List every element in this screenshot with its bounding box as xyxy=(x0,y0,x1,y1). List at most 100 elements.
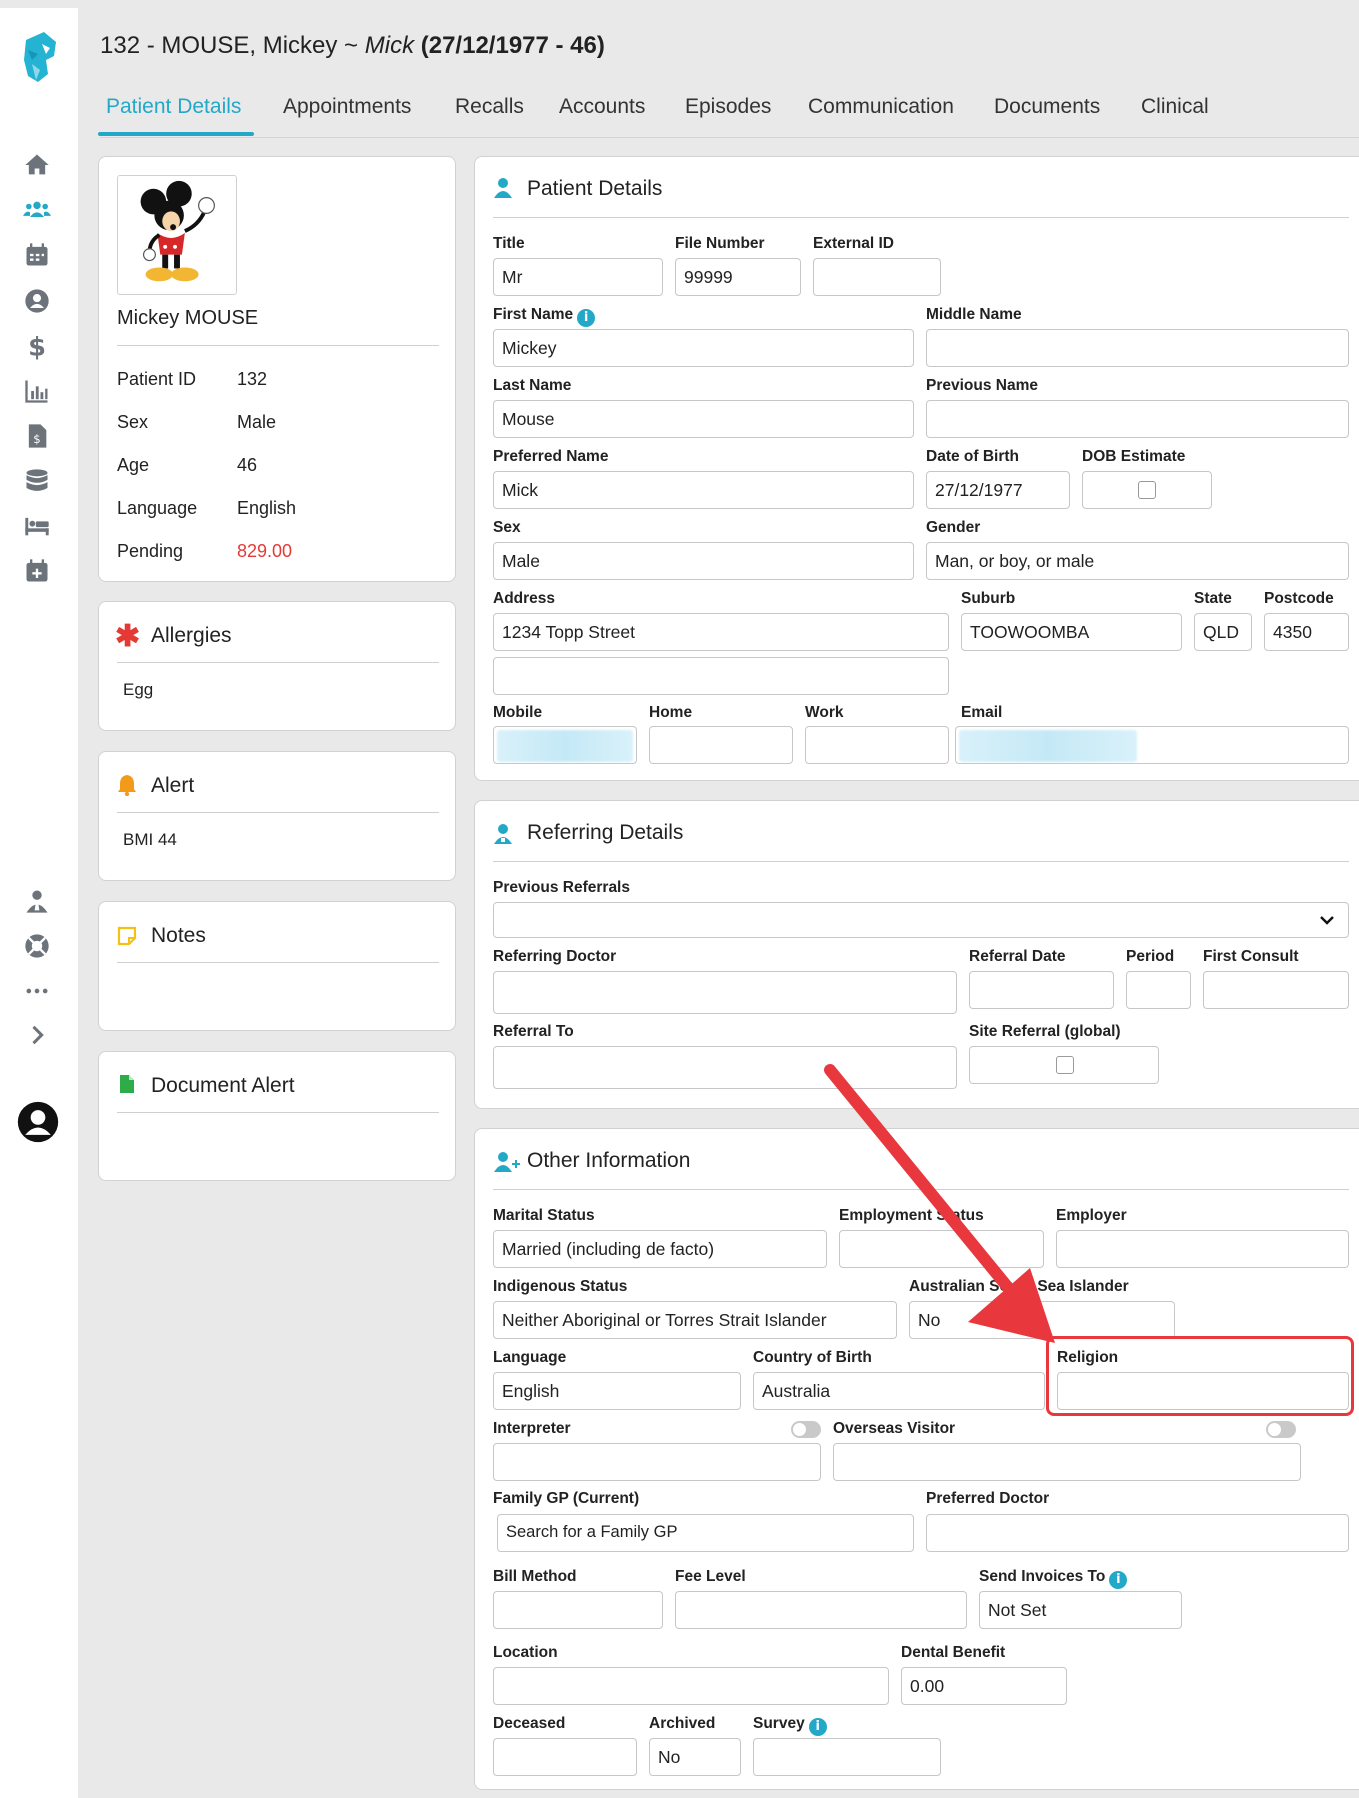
middle-name-field[interactable] xyxy=(926,329,1349,367)
pending-value[interactable]: 829.00 xyxy=(237,541,292,562)
preferred-doctor-field[interactable] xyxy=(926,1514,1349,1552)
postcode-field[interactable]: 4350 xyxy=(1264,613,1349,651)
account-icon[interactable] xyxy=(16,1100,60,1144)
info-icon[interactable]: i xyxy=(808,1718,827,1736)
other-information-panel: Other Information Marital Status Employm… xyxy=(474,1128,1359,1790)
site-referral-label: Site Referral (global) xyxy=(969,1023,1121,1040)
suburb-label: Suburb xyxy=(961,590,1016,607)
referral-date-field[interactable] xyxy=(969,971,1114,1009)
tab-communication[interactable]: Communication xyxy=(808,95,954,119)
home-phone-field[interactable] xyxy=(649,726,793,764)
admin-icon[interactable] xyxy=(22,886,52,916)
age-label: Age xyxy=(117,455,150,475)
dental-benefit-label: Dental Benefit xyxy=(901,1644,1006,1661)
dob-estimate-checkbox[interactable] xyxy=(1138,481,1156,499)
last-name-field[interactable]: Mouse xyxy=(493,400,914,438)
tab-episodes[interactable]: Episodes xyxy=(685,95,771,119)
allergies-title: Allergies xyxy=(151,624,232,647)
dollar-icon[interactable]: $ xyxy=(22,331,52,361)
indigenous-status-field[interactable]: Neither Aboriginal or Torres Strait Isla… xyxy=(493,1301,897,1339)
interpreter-field[interactable] xyxy=(493,1443,821,1481)
overseas-visitor-field[interactable] xyxy=(833,1443,1301,1481)
invoice-icon[interactable]: $ xyxy=(22,421,52,451)
previous-name-field[interactable] xyxy=(926,400,1349,438)
location-field[interactable] xyxy=(493,1667,889,1705)
more-icon[interactable] xyxy=(22,976,52,1006)
referral-to-field[interactable] xyxy=(493,1046,957,1089)
postcode-label: Postcode xyxy=(1264,590,1334,607)
dob-label: Date of Birth xyxy=(926,448,1019,465)
bar-chart-icon[interactable] xyxy=(22,376,52,406)
calendar-icon[interactable] xyxy=(22,240,52,270)
dental-benefit-field[interactable]: 0.00 xyxy=(901,1667,1067,1705)
tab-recalls[interactable]: Recalls xyxy=(455,95,524,119)
country-of-birth-field[interactable]: Australia xyxy=(753,1372,1045,1410)
language-field-label: Language xyxy=(493,1349,567,1366)
asterisk-icon: ✱ xyxy=(115,620,141,653)
dob-estimate-label: DOB Estimate xyxy=(1082,448,1186,465)
home-icon[interactable] xyxy=(22,150,52,180)
patient-photo[interactable] xyxy=(117,175,237,295)
tab-patient-details[interactable]: Patient Details xyxy=(106,95,241,119)
svg-text:$: $ xyxy=(33,432,40,446)
tab-appointments[interactable]: Appointments xyxy=(283,95,411,119)
referring-doctor-field[interactable] xyxy=(493,971,957,1014)
patients-icon[interactable] xyxy=(22,195,52,225)
sex-value: Male xyxy=(237,412,277,432)
support-icon[interactable] xyxy=(22,931,52,961)
marital-status-field[interactable]: Married (including de facto) xyxy=(493,1230,827,1268)
other-information-title: Other Information xyxy=(527,1149,691,1172)
first-name-field[interactable]: Mickey xyxy=(493,329,914,367)
dob-field[interactable]: 27/12/1977 xyxy=(926,471,1070,509)
first-consult-field[interactable] xyxy=(1203,971,1349,1009)
work-phone-field[interactable] xyxy=(805,726,949,764)
site-referral-checkbox[interactable] xyxy=(1056,1056,1074,1074)
address-line1-field[interactable]: 1234 Topp Street xyxy=(493,613,949,651)
info-icon[interactable]: i xyxy=(577,309,596,327)
sex-field[interactable]: Male xyxy=(493,542,914,580)
file-number-field[interactable]: 99999 xyxy=(675,258,801,296)
family-gp-search-field[interactable]: Search for a Family GP xyxy=(497,1514,914,1552)
language-field[interactable]: English xyxy=(493,1372,741,1410)
overseas-visitor-toggle[interactable] xyxy=(1266,1421,1296,1438)
survey-label: Survey i xyxy=(753,1715,827,1736)
archived-field[interactable]: No xyxy=(649,1738,741,1776)
interpreter-toggle[interactable] xyxy=(791,1421,821,1438)
tab-documents[interactable]: Documents xyxy=(994,95,1100,119)
database-icon[interactable] xyxy=(22,466,52,496)
calendar-plus-icon[interactable] xyxy=(22,556,52,586)
south-sea-islander-field[interactable]: No xyxy=(909,1301,1175,1339)
highlight-box xyxy=(1046,1336,1354,1416)
address-label: Address xyxy=(493,590,556,607)
period-field[interactable] xyxy=(1126,971,1191,1009)
last-name-label: Last Name xyxy=(493,377,572,394)
chevron-right-icon[interactable] xyxy=(22,1020,52,1050)
bed-icon[interactable] xyxy=(22,511,52,541)
tab-accounts[interactable]: Accounts xyxy=(559,95,645,119)
state-field[interactable]: QLD xyxy=(1194,613,1252,651)
address-line2-field[interactable] xyxy=(493,657,949,695)
preferred-name-field[interactable]: Mick xyxy=(493,471,914,509)
employer-field[interactable] xyxy=(1056,1230,1349,1268)
info-icon[interactable]: i xyxy=(1109,1571,1128,1589)
user-circle-icon[interactable] xyxy=(22,286,52,316)
language-label: Language xyxy=(117,498,198,518)
interpreter-label: Interpreter xyxy=(493,1420,571,1437)
survey-field[interactable] xyxy=(753,1738,941,1776)
deceased-field[interactable] xyxy=(493,1738,637,1776)
external-id-field[interactable] xyxy=(813,258,941,296)
app-logo-icon[interactable] xyxy=(18,30,60,98)
previous-referrals-select[interactable] xyxy=(493,902,1349,938)
divider xyxy=(117,812,439,813)
fee-level-field[interactable] xyxy=(675,1591,967,1629)
referral-to-label: Referral To xyxy=(493,1023,574,1040)
patient-header-title: 132 - MOUSE, Mickey ~ Mick (27/12/1977 -… xyxy=(100,32,605,60)
send-invoices-to-field[interactable]: Not Set xyxy=(979,1591,1182,1629)
chevron-down-icon[interactable] xyxy=(1319,912,1335,933)
suburb-field[interactable]: TOOWOOMBA xyxy=(961,613,1182,651)
title-field[interactable]: Mr xyxy=(493,258,663,296)
bill-method-field[interactable] xyxy=(493,1591,663,1629)
employment-status-field[interactable] xyxy=(839,1230,1044,1268)
tab-clinical[interactable]: Clinical xyxy=(1141,95,1209,119)
gender-field[interactable]: Man, or boy, or male xyxy=(926,542,1349,580)
